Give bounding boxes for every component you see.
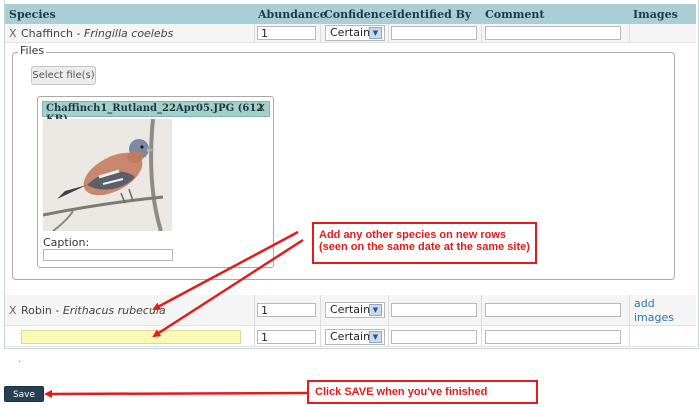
annotation-arrows <box>44 230 308 398</box>
arrow-to-save <box>44 389 308 398</box>
arrow-to-new-row <box>152 238 304 338</box>
save-button[interactable]: Save <box>4 386 44 402</box>
arrow-to-robin-row <box>152 230 299 311</box>
